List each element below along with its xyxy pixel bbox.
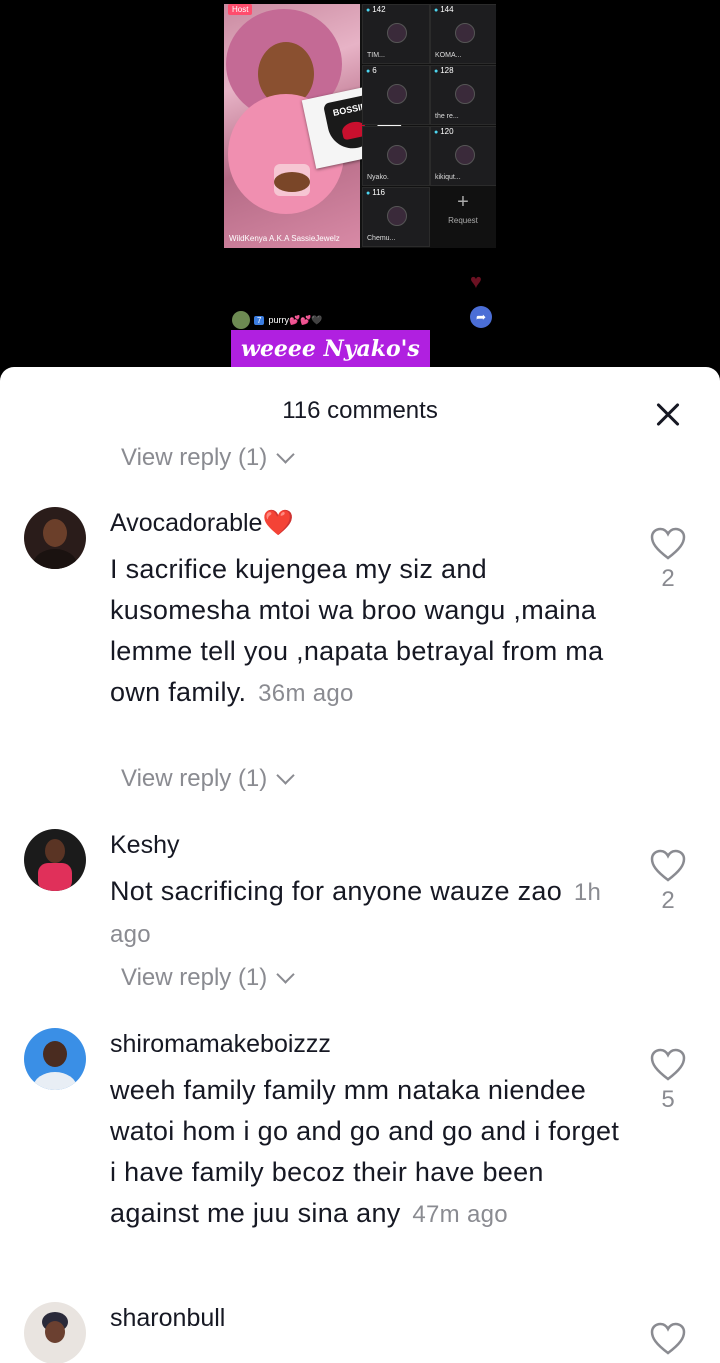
guest-count: 142 bbox=[366, 5, 385, 14]
guest-name: Chemu... bbox=[367, 235, 396, 242]
live-preview[interactable]: Host WildKenya A.K.A SassieJewelz BOSSIE… bbox=[224, 4, 496, 248]
comment-time: 47m ago bbox=[412, 1201, 508, 1228]
guest-tile[interactable]: 142 TIM... bbox=[362, 4, 430, 64]
request-label: Request bbox=[448, 216, 478, 225]
viewer-row: 7 purry💕💕🖤 bbox=[232, 311, 323, 329]
viewer-name: purry💕💕🖤 bbox=[268, 314, 323, 325]
heart-outline-icon[interactable] bbox=[650, 1322, 686, 1356]
guest-tile[interactable]: 6 bbox=[362, 65, 430, 125]
comment-text: Not sacrificing for anyone wauze zao 1h … bbox=[110, 876, 602, 948]
tiktok-screen: Host WildKenya A.K.A SassieJewelz BOSSIE… bbox=[0, 0, 720, 1363]
host-badge: Host bbox=[228, 4, 253, 15]
guest-avatar bbox=[455, 84, 475, 104]
guest-name: KOMA... bbox=[435, 52, 462, 59]
viewer-avatar bbox=[232, 311, 250, 329]
heart-outline-icon[interactable] bbox=[650, 1048, 686, 1082]
chevron-down-icon bbox=[276, 964, 295, 984]
level-badge: 7 bbox=[254, 315, 265, 325]
guest-avatar bbox=[387, 145, 407, 165]
comment-text: I sacrifice kujengea my siz and kusomesh… bbox=[110, 554, 604, 707]
video-caption: weeee Nyako's bbox=[231, 330, 430, 368]
guest-count: 128 bbox=[434, 66, 453, 75]
view-reply-label: View reply (1) bbox=[121, 964, 268, 991]
view-reply-label: View reply (1) bbox=[121, 765, 268, 792]
guest-tile[interactable]: Nyako. bbox=[362, 126, 430, 186]
comment-text: weeh family family mm nataka niendee wat… bbox=[110, 1075, 620, 1228]
guest-tile[interactable]: 116 Chemu... bbox=[362, 187, 430, 247]
guest-name: TIM... bbox=[367, 52, 385, 59]
guest-avatar bbox=[455, 145, 475, 165]
guest-count: 6 bbox=[366, 66, 376, 75]
avatar[interactable] bbox=[24, 1028, 86, 1090]
guest-avatar bbox=[387, 84, 407, 104]
view-reply-label: View reply (1) bbox=[121, 444, 268, 471]
avatar[interactable] bbox=[24, 829, 86, 891]
comments-count-title: 116 comments bbox=[282, 397, 438, 424]
comment-username[interactable]: Keshy bbox=[110, 831, 179, 860]
like-count: 5 bbox=[661, 1086, 675, 1113]
guest-avatar bbox=[387, 206, 407, 226]
guest-tile[interactable]: 128 the re... bbox=[430, 65, 496, 125]
comments-sheet: 116 comments View reply (1) Avocadorable… bbox=[0, 367, 720, 1363]
guest-count: 144 bbox=[434, 5, 453, 14]
avatar[interactable] bbox=[24, 1302, 86, 1363]
like-count: 2 bbox=[661, 887, 675, 914]
heart-icon[interactable]: ♥ bbox=[470, 272, 490, 292]
guest-tile[interactable]: 120 kikiqut... bbox=[430, 126, 496, 186]
heart-outline-icon[interactable] bbox=[650, 849, 686, 883]
view-reply-button[interactable]: View reply (1) bbox=[121, 444, 295, 472]
comment-time: 36m ago bbox=[258, 680, 354, 707]
like-count: 2 bbox=[661, 565, 675, 592]
comment-username[interactable]: shiromamakeboizzz bbox=[110, 1030, 331, 1059]
host-name: WildKenya A.K.A SassieJewelz bbox=[229, 234, 340, 243]
chevron-down-icon bbox=[276, 765, 295, 785]
request-button[interactable]: + Request bbox=[430, 188, 496, 248]
comment-username[interactable]: Avocadorable❤️ bbox=[110, 509, 294, 538]
chevron-down-icon bbox=[276, 444, 295, 464]
guest-avatar bbox=[455, 23, 475, 43]
guest-name: the re... bbox=[435, 113, 459, 120]
heart-outline-icon[interactable] bbox=[650, 527, 686, 561]
close-icon[interactable] bbox=[650, 397, 686, 433]
guest-name: Nyako. bbox=[367, 174, 389, 181]
plus-icon: + bbox=[457, 191, 469, 213]
guest-count: 116 bbox=[366, 188, 385, 197]
guest-tile[interactable]: 144 KOMA... bbox=[430, 4, 496, 64]
view-reply-button[interactable]: View reply (1) bbox=[121, 964, 295, 992]
guest-avatar bbox=[387, 23, 407, 43]
view-reply-button[interactable]: View reply (1) bbox=[121, 765, 295, 793]
avatar[interactable] bbox=[24, 507, 86, 569]
comment-username[interactable]: sharonbull bbox=[110, 1304, 225, 1333]
guest-name: kikiqut... bbox=[435, 174, 461, 181]
share-icon[interactable]: ➦ bbox=[470, 306, 492, 328]
guest-count: 120 bbox=[434, 127, 453, 136]
